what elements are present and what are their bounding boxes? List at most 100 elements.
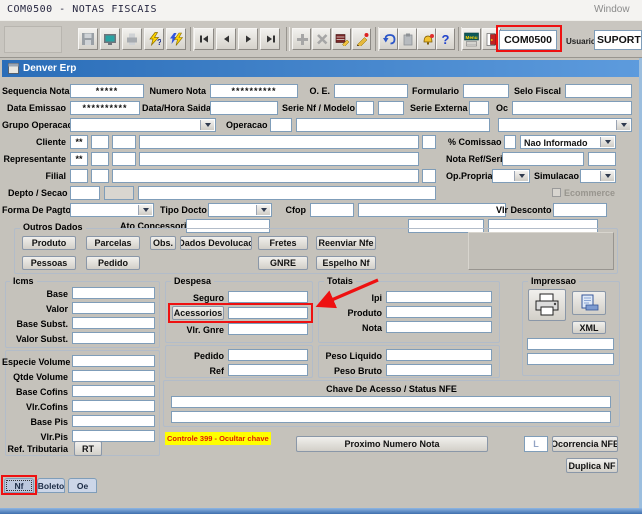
representante-field-2[interactable] <box>91 152 109 166</box>
cliente-field-5[interactable] <box>422 135 436 149</box>
chave-acesso-field[interactable] <box>171 396 611 408</box>
edit-button[interactable] <box>352 28 371 50</box>
pessoas-button[interactable]: Pessoas <box>22 256 76 270</box>
grupo-operacao-combo[interactable] <box>70 118 216 132</box>
peso-bruto-field[interactable] <box>386 364 492 376</box>
proximo-numero-nota-button[interactable]: Proximo Numero Nota <box>296 436 488 452</box>
impressao-field-1[interactable] <box>527 338 614 350</box>
obs-button[interactable]: Obs. <box>150 236 176 250</box>
fretes-button[interactable]: Fretes <box>258 236 308 250</box>
base-cofins-field[interactable] <box>72 385 155 397</box>
menu-button[interactable]: Menu <box>462 28 481 50</box>
xml-button[interactable]: XML <box>572 321 606 334</box>
totais-produto-field[interactable] <box>386 306 492 318</box>
sequencia-nota-field[interactable]: ***** <box>70 84 144 98</box>
next-record-button[interactable] <box>238 28 258 50</box>
user-field[interactable]: SUPORTE <box>594 30 642 50</box>
totais-nota-field[interactable] <box>386 321 492 333</box>
serie-nf-field[interactable] <box>356 101 374 115</box>
qtde-volume-field[interactable] <box>72 370 155 382</box>
parcelas-button[interactable]: Parcelas <box>86 236 140 250</box>
cfop-field[interactable] <box>310 203 354 217</box>
secao-field[interactable] <box>104 186 134 200</box>
tab-oe[interactable]: Oe <box>68 478 97 493</box>
ipi-field[interactable] <box>386 291 492 303</box>
data-hora-saida-field[interactable] <box>210 101 278 115</box>
cliente-nome-field[interactable] <box>139 135 419 149</box>
cliente-field-2[interactable] <box>91 135 109 149</box>
nota-ref-serie-field[interactable] <box>588 152 616 166</box>
operacao-right-combo[interactable] <box>498 118 632 132</box>
oc-field[interactable] <box>512 101 632 115</box>
operacao-code-field[interactable] <box>270 118 292 132</box>
first-record-button[interactable] <box>194 28 214 50</box>
acessorios-field[interactable] <box>228 307 308 319</box>
menu-window[interactable]: Window <box>594 4 630 15</box>
execute-button[interactable] <box>166 28 186 50</box>
cfop-desc-field[interactable] <box>358 203 506 217</box>
valor-subst-field[interactable] <box>72 332 155 344</box>
dropdown-button[interactable] <box>514 171 528 181</box>
print-xml-button[interactable] <box>572 291 606 315</box>
print-button[interactable] <box>122 28 142 50</box>
icms-valor-field[interactable] <box>72 302 155 314</box>
filial-field-2[interactable] <box>91 169 109 183</box>
last-record-button[interactable] <box>260 28 280 50</box>
ocorrencia-nfe-button[interactable]: Ocorrencia NFE <box>552 436 618 452</box>
nota-ref-field[interactable] <box>502 152 584 166</box>
impressao-field-2[interactable] <box>527 353 614 365</box>
base-subst-field[interactable] <box>72 317 155 329</box>
serie-externa-field[interactable] <box>469 101 489 115</box>
cliente-code-field[interactable]: ** <box>70 135 88 149</box>
undo-button[interactable] <box>379 28 398 50</box>
program-code-field[interactable]: COM0500 <box>499 30 557 50</box>
comissao-combo[interactable]: Nao Informado <box>520 135 616 149</box>
cliente-field-3[interactable] <box>112 135 136 149</box>
help-config-button[interactable]: ? <box>144 28 164 50</box>
selo-fiscal-field[interactable] <box>565 84 632 98</box>
peso-liquido-field[interactable] <box>386 349 492 361</box>
depto-field[interactable] <box>70 186 100 200</box>
numero-nota-field[interactable]: ********** <box>210 84 298 98</box>
op-propria-combo[interactable] <box>492 169 530 183</box>
status-nfe-field[interactable] <box>171 411 611 423</box>
espelho-nf-button[interactable]: Espelho Nf <box>316 256 376 270</box>
dropdown-button[interactable] <box>256 205 270 215</box>
post-edit-button[interactable] <box>332 28 351 50</box>
especie-volume-field[interactable] <box>72 355 155 367</box>
insert-button[interactable] <box>292 28 311 50</box>
save-button[interactable] <box>78 28 98 50</box>
despesa-pedido-field[interactable] <box>228 349 308 361</box>
modelo-field[interactable] <box>378 101 404 115</box>
representante-code-field[interactable]: ** <box>70 152 88 166</box>
acessorios-button[interactable]: Acessorios <box>172 306 224 320</box>
depto-desc-field[interactable] <box>138 186 436 200</box>
filial-field-4[interactable] <box>422 169 436 183</box>
icms-base-field[interactable] <box>72 287 155 299</box>
gnre-button[interactable]: GNRE <box>258 256 308 270</box>
ecommerce-checkbox[interactable] <box>552 188 561 197</box>
filial-code-field[interactable] <box>70 169 88 183</box>
print-nf-button[interactable] <box>528 289 566 321</box>
pedido-button[interactable]: Pedido <box>86 256 140 270</box>
vlr-cofins-field[interactable] <box>72 400 155 412</box>
delete-button[interactable] <box>312 28 331 50</box>
help-button[interactable]: ? <box>436 28 455 50</box>
rt-button[interactable]: RT <box>74 441 102 456</box>
dropdown-button[interactable] <box>600 171 614 181</box>
operacao-desc-field[interactable] <box>296 118 490 132</box>
l-field[interactable]: L <box>524 436 548 452</box>
formulario-field[interactable] <box>463 84 509 98</box>
simulacao-combo[interactable] <box>580 169 616 183</box>
vlr-desconto-field[interactable] <box>553 203 607 217</box>
dropdown-button[interactable] <box>600 137 614 147</box>
base-pis-field[interactable] <box>72 415 155 427</box>
oe-field[interactable] <box>334 84 408 98</box>
data-emissao-field[interactable]: ********** <box>70 101 140 115</box>
produto-button[interactable]: Produto <box>22 236 76 250</box>
reenviar-nfe-button[interactable]: Reenviar Nfe <box>316 236 376 250</box>
representante-field-3[interactable] <box>112 152 136 166</box>
dados-devolucao-button[interactable]: Dados Devolucao <box>180 236 252 250</box>
dropdown-button[interactable] <box>616 120 630 130</box>
seguro-field[interactable] <box>228 291 308 303</box>
